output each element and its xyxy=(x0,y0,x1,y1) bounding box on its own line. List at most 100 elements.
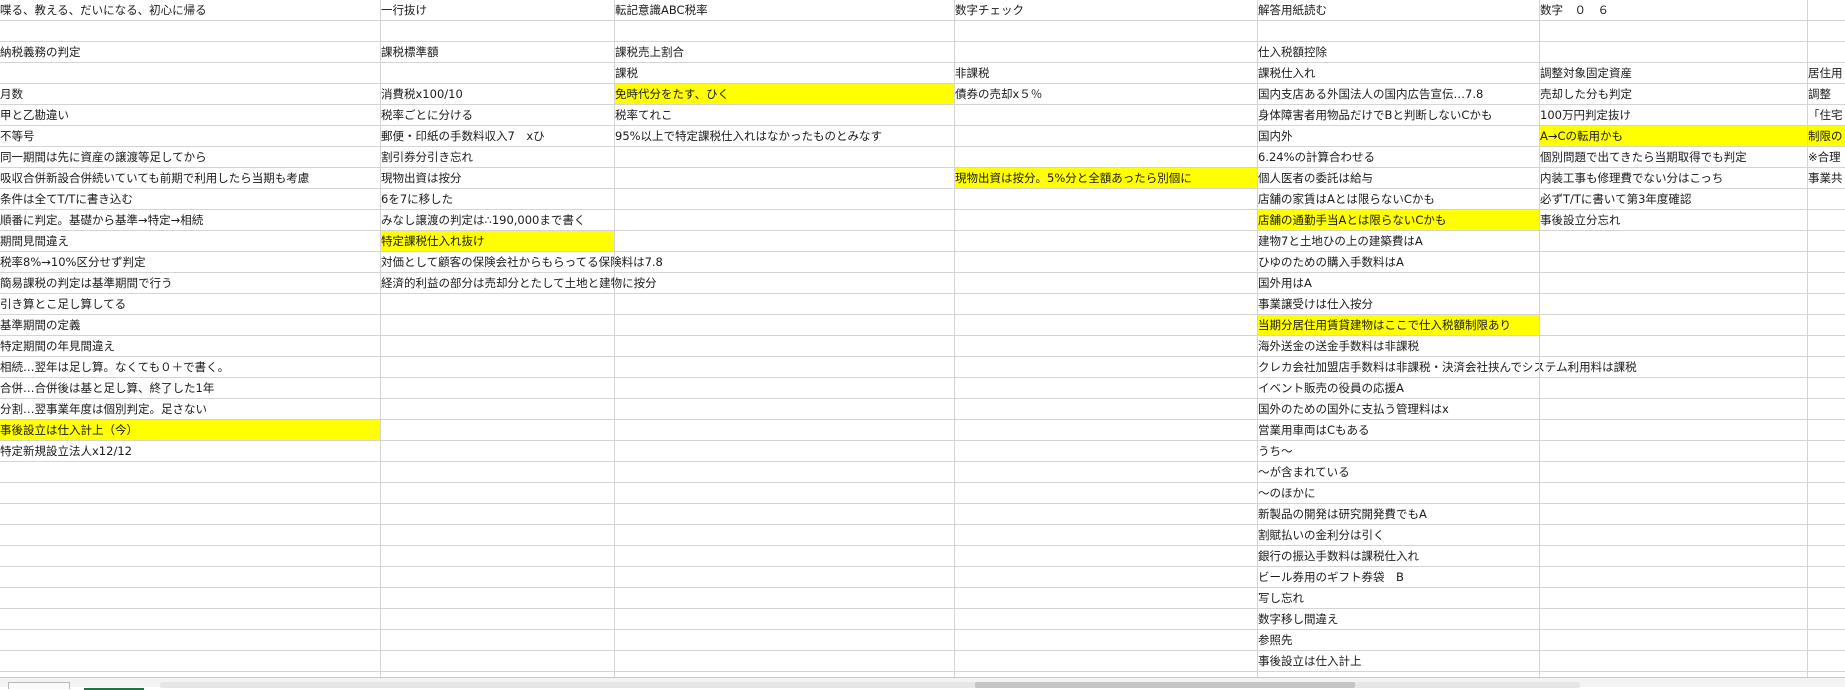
table-cell[interactable]: 事後設立は仕入計上 xyxy=(1258,651,1362,671)
table-cell[interactable]: 課税売上割合 xyxy=(615,42,684,62)
table-cell[interactable]: ～が含まれている xyxy=(1258,462,1350,482)
table-cell[interactable]: 割引券分引き忘れ xyxy=(381,147,473,167)
table-cell[interactable]: 税率ごとに分ける xyxy=(381,105,473,125)
table-cell[interactable]: 銀行の振込手数料は課税仕入れ xyxy=(1258,546,1419,566)
sheet-nav-button[interactable] xyxy=(8,682,70,689)
table-cell[interactable]: 仕入税額控除 xyxy=(1258,42,1327,62)
table-cell[interactable]: イベント販売の役員の応援A xyxy=(1258,378,1404,398)
table-cell[interactable]: 店舗の通勤手当Aとは限らないCかも xyxy=(1258,210,1539,230)
table-cell[interactable]: 税率てれこ xyxy=(615,105,673,125)
table-cell[interactable]: 現物出資は按分 xyxy=(381,168,462,188)
table-cell[interactable]: 割賦払いの金利分は引く xyxy=(1258,525,1385,545)
table-cell[interactable]: 当期分居住用賃貸建物はここで仕入税額制限あり xyxy=(1258,315,1539,335)
table-cell[interactable]: 分割…翌事業年度は個別判定。足さない xyxy=(0,399,207,419)
table-cell[interactable]: 消費税ⅹ100/10 xyxy=(381,84,463,104)
table-cell[interactable]: 95%以上で特定課税仕入れはなかったものとみなす xyxy=(615,126,882,146)
table-cell[interactable]: 経済的利益の部分は売却分とたして土地と建物に按分 xyxy=(381,273,657,293)
table-cell[interactable]: 不等号 xyxy=(0,126,35,146)
table-cell[interactable]: 喋る、教える、だいになる、初心に帰る xyxy=(0,0,207,20)
table-cell[interactable]: 課税 xyxy=(615,63,638,83)
table-cell[interactable]: 月数 xyxy=(0,84,23,104)
table-cell[interactable]: 個別問題で出てきたら当期取得でも判定 xyxy=(1540,147,1747,167)
column-divider xyxy=(1257,0,1258,677)
table-cell[interactable]: 参照先 xyxy=(1258,630,1293,650)
table-cell[interactable]: 6を7に移した xyxy=(381,189,453,209)
spreadsheet-grid[interactable]: 喋る、教える、だいになる、初心に帰る 一行抜け 転記意識ABC税率 数字チェック 解答用… xyxy=(0,0,1845,677)
horizontal-scrollbar-thumb[interactable] xyxy=(975,682,1355,688)
table-cell[interactable]: 引き算とこ足し算してる xyxy=(0,294,126,314)
table-cell[interactable]: 国内支店ある外国法人の国内広告宣伝…7.8 xyxy=(1258,84,1483,104)
table-cell[interactable]: 身体障害者用物品だけでBと判断しないCかも xyxy=(1258,105,1492,125)
table-cell[interactable]: 債券の売却ⅹ５％ xyxy=(955,84,1042,104)
table-cell[interactable]: 「住宅 xyxy=(1808,105,1843,125)
table-cell[interactable]: クレカ会社加盟店手数料は非課税・決済会社挟んでシステム利用料は課税 xyxy=(1258,357,1637,377)
table-cell[interactable]: 数字チェック xyxy=(955,0,1024,20)
table-cell[interactable]: 新製品の開発は研究開発費でもA xyxy=(1258,504,1427,524)
table-row xyxy=(0,21,1845,42)
horizontal-scrollbar-track[interactable] xyxy=(160,682,1580,688)
table-cell[interactable]: 転記意識ABC税率 xyxy=(615,0,708,20)
table-cell[interactable]: ビール券用のギフト券袋 B xyxy=(1258,567,1404,587)
table-cell[interactable]: 事後設立分忘れ xyxy=(1540,210,1621,230)
table-cell[interactable]: 相続…翌年は足し算。なくても０＋で書く。 xyxy=(0,357,229,377)
table-cell[interactable]: 納税義務の判定 xyxy=(0,42,81,62)
table-cell[interactable]: ※合理 xyxy=(1808,147,1841,167)
table-cell[interactable]: A→Cの転用かも xyxy=(1540,126,1807,146)
table-cell[interactable]: 数字 ０ ６ xyxy=(1540,0,1609,20)
table-cell[interactable]: 必ずT/Tに書いて第3年度確認 xyxy=(1540,189,1691,209)
table-cell[interactable]: ～のほかに xyxy=(1258,483,1316,503)
table-cell[interactable]: 国外のための国外に支払う管理料はⅹ xyxy=(1258,399,1449,419)
table-cell[interactable]: 事業譲受けは仕入按分 xyxy=(1258,294,1373,314)
table-cell[interactable]: 合併…合併後は基と足し算、終了した1年 xyxy=(0,378,214,398)
table-cell[interactable]: 特定新規設立法人ⅹ12/12 xyxy=(0,441,132,461)
table-row: 税率8%→10%区分せず判定 対価として顧客の保険会社からもらってる保険料は7.8… xyxy=(0,252,1845,273)
table-cell[interactable]: 居住用 xyxy=(1808,63,1843,83)
table-cell[interactable]: 甲と乙勘違い xyxy=(0,105,69,125)
table-cell[interactable]: 課税仕入れ xyxy=(1258,63,1316,83)
table-cell[interactable]: 個人医者の委託は給与 xyxy=(1258,168,1373,188)
table-cell[interactable]: 解答用紙読む xyxy=(1258,0,1327,20)
table-cell[interactable]: 海外送金の送金手数料は非課税 xyxy=(1258,336,1419,356)
table-cell[interactable]: 吸収合併新設合併続いていても前期で利用したら当期も考慮 xyxy=(0,168,309,188)
table-cell[interactable]: 調整対象固定資産 xyxy=(1540,63,1632,83)
table-cell[interactable]: 営業用車両はCもある xyxy=(1258,420,1370,440)
table-cell[interactable]: みなし譲渡の判定は∴190,000まで書く xyxy=(381,210,585,230)
table-cell[interactable]: 売却した分も判定 xyxy=(1540,84,1632,104)
table-cell[interactable]: 条件は全てT/Tに書き込む xyxy=(0,189,133,209)
table-cell[interactable]: 建物7と土地ひの上の建築費はA xyxy=(1258,231,1423,251)
table-cell[interactable]: 税率8%→10%区分せず判定 xyxy=(0,252,145,272)
table-cell[interactable]: 基準期間の定義 xyxy=(0,315,81,335)
table-cell[interactable]: 国内外 xyxy=(1258,126,1293,146)
table-cell[interactable]: 事業共 xyxy=(1808,168,1843,188)
table-cell[interactable]: 現物出資は按分。5%分と全額あったら別個に xyxy=(955,168,1257,188)
table-cell[interactable]: 数字移し間違え xyxy=(1258,609,1339,629)
table-cell[interactable]: 調整 xyxy=(1808,84,1831,104)
table-cell[interactable]: 期間見間違え xyxy=(0,231,69,251)
table-cell[interactable]: 特定課税仕入れ抜け xyxy=(381,231,614,251)
table-cell[interactable]: ひゆのための購入手数料はA xyxy=(1258,252,1404,272)
table-cell[interactable]: 課税標準額 xyxy=(381,42,439,62)
table-cell[interactable]: 写し忘れ xyxy=(1258,588,1304,608)
table-row: 月数 消費税ⅹ100/10 免時代分をたす、ひく 債券の売却ⅹ５％ 国内支店ある外国法人… xyxy=(0,84,1845,105)
table-cell[interactable]: 一行抜け xyxy=(381,0,427,20)
table-cell[interactable]: 対価として顧客の保険会社からもらってる保険料は7.8 xyxy=(381,252,663,272)
sheet-tab[interactable] xyxy=(84,681,144,690)
table-cell[interactable]: 6.24%の計算合わせる xyxy=(1258,147,1375,167)
table-cell[interactable]: 順番に判定。基礎から基準→特定→相続 xyxy=(0,210,203,230)
table-cell[interactable]: うち～ xyxy=(1258,441,1293,461)
table-cell[interactable]: 非課税 xyxy=(955,63,990,83)
table-cell[interactable]: 簡易課税の判定は基準期間で行う xyxy=(0,273,173,293)
table-row: 納税義務の判定 課税標準額 課税売上割合 仕入税額控除 xyxy=(0,42,1845,63)
table-cell[interactable]: 郵便・印紙の手数料収入7 ⅹひ xyxy=(381,126,545,146)
table-cell[interactable]: 免時代分をたす、ひく xyxy=(615,84,954,104)
table-cell[interactable]: 制限の xyxy=(1808,126,1845,146)
table-row: 銀行の振込手数料は課税仕入れ xyxy=(0,546,1845,567)
table-cell[interactable]: 事後設立は仕入計上（今） xyxy=(0,420,380,440)
table-cell[interactable]: 店舗の家賃はAとは限らないCかも xyxy=(1258,189,1435,209)
table-row: 不等号 郵便・印紙の手数料収入7 ⅹひ 95%以上で特定課税仕入れはなかったものとみ… xyxy=(0,126,1845,147)
table-cell[interactable]: 同一期間は先に資産の譲渡等足してから xyxy=(0,147,207,167)
table-cell[interactable]: 100万円判定抜け xyxy=(1540,105,1631,125)
table-cell[interactable]: 国外用はA xyxy=(1258,273,1312,293)
table-cell[interactable]: 内装工事も修理費でない分はこっち xyxy=(1540,168,1723,188)
table-cell[interactable]: 特定期間の年見間違え xyxy=(0,336,115,356)
